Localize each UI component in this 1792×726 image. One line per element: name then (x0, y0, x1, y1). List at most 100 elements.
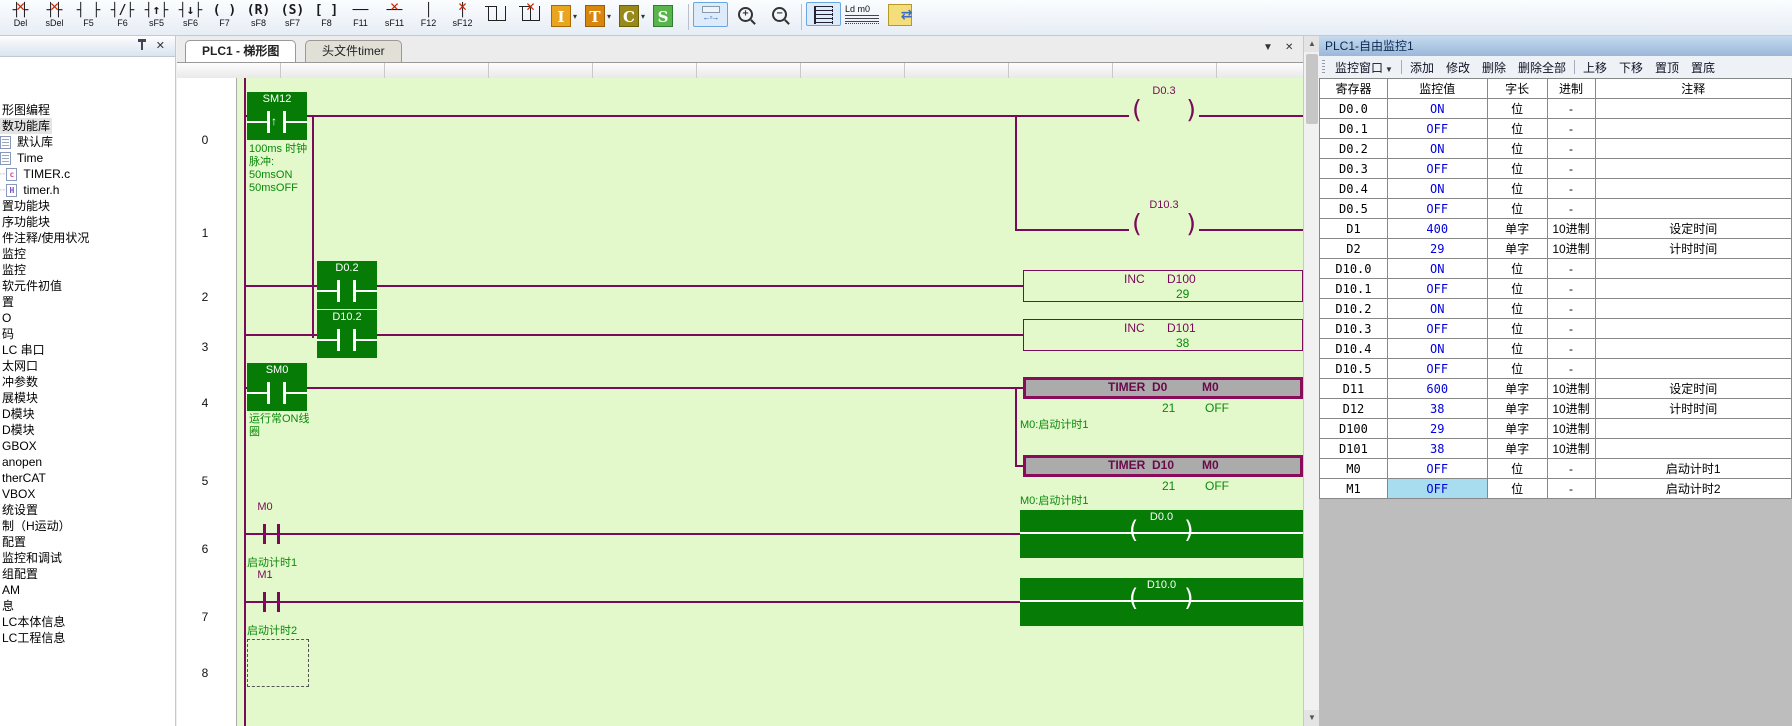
monitor-toolbar-button[interactable]: 置顶 (1649, 59, 1685, 76)
attr-cell[interactable]: 单字 (1487, 399, 1547, 419)
rising-edge-contact-button[interactable]: ┤↑├sF5 (140, 2, 173, 29)
tree-item[interactable]: 统设置 (0, 502, 175, 518)
register-cell[interactable]: D10.5 (1320, 359, 1388, 379)
tree-item[interactable]: 默认库 (0, 134, 175, 150)
value-cell[interactable]: OFF (1387, 199, 1487, 219)
zoom-out-button[interactable]: − (763, 2, 796, 23)
attr-cell[interactable]: 10进制 (1547, 239, 1595, 259)
counter-element-button[interactable]: C▾ (616, 4, 649, 28)
timer1-box[interactable]: TIMER D0 M0 (1023, 377, 1303, 399)
register-cell[interactable]: D10.2 (1320, 299, 1388, 319)
register-cell[interactable]: D12 (1320, 399, 1388, 419)
tree-item[interactable]: GBOX (0, 438, 175, 454)
attr-cell[interactable]: - (1547, 299, 1595, 319)
close-icon[interactable]: ✕ (156, 39, 165, 52)
column-header[interactable]: 进制 (1547, 79, 1595, 99)
tree-item[interactable]: 息 (0, 598, 175, 614)
tree-item[interactable]: 数功能库 (0, 118, 175, 134)
attr-cell[interactable]: - (1547, 259, 1595, 279)
normally-closed-contact-button[interactable]: ┤/├F6 (106, 2, 139, 29)
value-cell[interactable]: 38 (1387, 399, 1487, 419)
comment-cell[interactable] (1595, 319, 1792, 339)
column-header[interactable]: 注释 (1595, 79, 1792, 99)
value-cell[interactable]: 600 (1387, 379, 1487, 399)
attr-cell[interactable]: - (1547, 199, 1595, 219)
tree-item[interactable]: 置 (0, 294, 175, 310)
set-coil-button[interactable]: (S)sF7 (276, 2, 309, 29)
ladder-il-convert-button[interactable]: ⇄ (883, 2, 916, 27)
coil-d0-3[interactable]: D0.3 ( ) (1129, 85, 1199, 101)
selection-cursor-cell[interactable] (247, 639, 309, 687)
tree-item[interactable]: 置功能块 (0, 198, 175, 214)
register-cell[interactable]: D0.0 (1320, 99, 1388, 119)
value-cell[interactable]: OFF (1387, 459, 1487, 479)
column-header[interactable]: 字长 (1487, 79, 1547, 99)
output-coil-button[interactable]: ( )F7 (208, 2, 241, 29)
input-element-button[interactable]: I▾ (548, 4, 581, 28)
zoom-in-button[interactable]: + (729, 2, 762, 23)
comment-cell[interactable]: 设定时间 (1595, 379, 1792, 399)
monitor-toolbar-button[interactable]: 修改 (1440, 59, 1476, 76)
comment-cell[interactable] (1595, 119, 1792, 139)
monitor-window-dropdown[interactable]: 监控窗口▼ (1329, 59, 1399, 76)
inc-d101-box[interactable]: INC D101 38 (1023, 319, 1303, 351)
value-cell[interactable]: 400 (1387, 219, 1487, 239)
s-element-button[interactable]: S (650, 4, 683, 28)
register-cell[interactable]: D1 (1320, 219, 1388, 239)
comment-cell[interactable] (1595, 279, 1792, 299)
scroll-up-icon[interactable]: ▲ (1304, 36, 1320, 52)
tree-item[interactable]: Time (0, 150, 175, 166)
monitor-row[interactable]: D10138单字10进制 (1320, 439, 1792, 459)
comment-cell[interactable]: 启动计时2 (1595, 479, 1792, 499)
monitor-row[interactable]: D10.4ON位- (1320, 339, 1792, 359)
attr-cell[interactable]: 位 (1487, 139, 1547, 159)
vertical-line-button[interactable]: │F12 (412, 2, 445, 29)
normally-open-contact-button[interactable]: ┤ ├F5 (72, 2, 105, 29)
comment-cell[interactable] (1595, 199, 1792, 219)
attr-cell[interactable]: 10进制 (1547, 439, 1595, 459)
value-cell[interactable]: OFF (1387, 479, 1487, 499)
value-cell[interactable]: 29 (1387, 239, 1487, 259)
tree-item[interactable]: VBOX (0, 486, 175, 502)
tree-item[interactable]: D模块 (0, 422, 175, 438)
tree-item[interactable]: 冲参数 (0, 374, 175, 390)
value-cell[interactable]: OFF (1387, 159, 1487, 179)
tree-item[interactable]: 软元件初值 (0, 278, 175, 294)
contact-sm0[interactable]: SM0 (247, 363, 307, 411)
tab-close-icon[interactable]: ✕ (1285, 42, 1293, 53)
comment-cell[interactable] (1595, 339, 1792, 359)
tree-item[interactable]: AM (0, 582, 175, 598)
value-cell[interactable]: OFF (1387, 279, 1487, 299)
monitor-row[interactable]: D10.2ON位- (1320, 299, 1792, 319)
monitor-row[interactable]: D0.1OFF位- (1320, 119, 1792, 139)
contact-sm12[interactable]: SM12 ↑ (247, 92, 307, 140)
register-cell[interactable]: D10.0 (1320, 259, 1388, 279)
attr-cell[interactable]: 单字 (1487, 219, 1547, 239)
monitor-row[interactable]: M1OFF位-启动计时2 (1320, 479, 1792, 499)
ladder-vertical-scrollbar[interactable]: ▲ ▼ (1303, 36, 1320, 726)
attr-cell[interactable]: 单字 (1487, 379, 1547, 399)
comment-cell[interactable]: 启动计时1 (1595, 459, 1792, 479)
attr-cell[interactable]: 10进制 (1547, 399, 1595, 419)
attr-cell[interactable]: - (1547, 459, 1595, 479)
monitor-toolbar-button[interactable]: 置底 (1685, 59, 1721, 76)
attr-cell[interactable]: 位 (1487, 359, 1547, 379)
value-cell[interactable]: OFF (1387, 119, 1487, 139)
contact-d0-2[interactable]: D0.2 (317, 261, 377, 309)
tree-item[interactable]: therCAT (0, 470, 175, 486)
attr-cell[interactable]: - (1547, 139, 1595, 159)
value-cell[interactable]: ON (1387, 179, 1487, 199)
register-cell[interactable]: D11 (1320, 379, 1388, 399)
attr-cell[interactable]: 位 (1487, 119, 1547, 139)
delete-vertical-line-button[interactable]: │✕sF12 (446, 2, 479, 29)
attr-cell[interactable]: 10进制 (1547, 419, 1595, 439)
timer-element-button[interactable]: T▾ (582, 4, 615, 28)
coil-d10-0[interactable]: D10.0 ( ) (1020, 578, 1303, 626)
scroll-down-icon[interactable]: ▼ (1304, 710, 1320, 726)
attr-cell[interactable]: - (1547, 119, 1595, 139)
monitor-row[interactable]: D0.4ON位- (1320, 179, 1792, 199)
tab-header-file-timer[interactable]: 头文件timer (305, 40, 402, 62)
monitor-row[interactable]: D0.3OFF位- (1320, 159, 1792, 179)
register-cell[interactable]: D100 (1320, 419, 1388, 439)
coil-d0-0[interactable]: D0.0 ( ) (1020, 510, 1303, 558)
